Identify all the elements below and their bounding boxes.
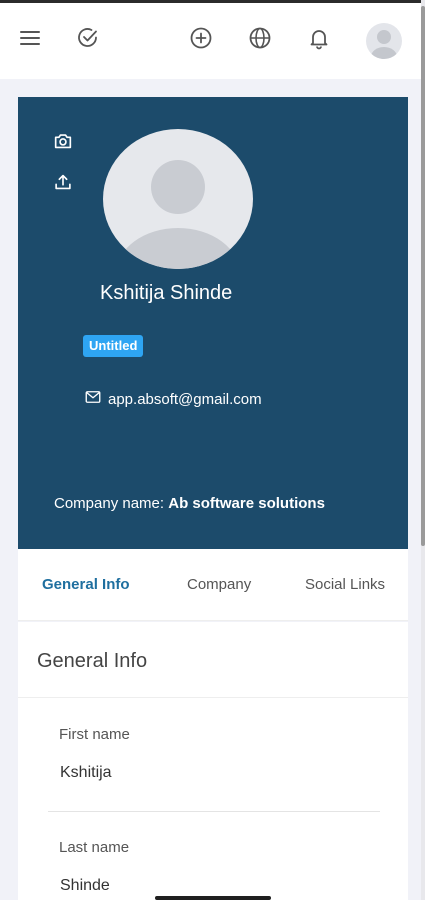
tab-company[interactable]: Company bbox=[187, 576, 251, 593]
camera-icon[interactable] bbox=[51, 129, 75, 153]
upload-icon[interactable] bbox=[51, 170, 75, 194]
mail-icon bbox=[84, 388, 102, 410]
profile-name: Kshitija Shinde bbox=[100, 282, 233, 304]
first-name-label: First name bbox=[59, 726, 130, 743]
top-app-bar bbox=[0, 3, 421, 79]
last-name-label: Last name bbox=[59, 839, 130, 856]
status-badge: Untitled bbox=[83, 335, 144, 357]
company-value: Ab software solutions bbox=[168, 495, 325, 512]
general-info-section: General Info First name Kshitija Last na… bbox=[18, 622, 408, 900]
section-title: General Info bbox=[37, 650, 148, 672]
tab-general-info[interactable]: General Info bbox=[42, 576, 130, 593]
email-row: app.absoft@gmail.com bbox=[84, 388, 262, 410]
company-label: Company name: bbox=[54, 495, 165, 512]
first-name-value[interactable]: Kshitija bbox=[60, 764, 112, 782]
menu-icon[interactable] bbox=[17, 25, 43, 51]
profile-avatar bbox=[103, 129, 253, 269]
add-circle-icon[interactable] bbox=[188, 25, 214, 51]
profile-card: Kshitija Shinde Untitled app.absoft@gmai… bbox=[18, 97, 408, 549]
last-name-value[interactable]: Shinde bbox=[60, 877, 110, 895]
user-avatar[interactable] bbox=[366, 23, 402, 59]
divider bbox=[18, 697, 408, 698]
company-row: Company name: Ab software solutions bbox=[54, 495, 325, 512]
profile-tabs: General Info Company Social Links bbox=[18, 549, 408, 621]
field-divider bbox=[48, 811, 380, 812]
bell-icon[interactable] bbox=[306, 25, 332, 51]
tab-social-links[interactable]: Social Links bbox=[305, 576, 385, 593]
scrollbar[interactable] bbox=[421, 0, 425, 900]
email-text: app.absoft@gmail.com bbox=[108, 390, 262, 408]
globe-icon[interactable] bbox=[247, 25, 273, 51]
check-circle-icon[interactable] bbox=[75, 25, 101, 51]
home-indicator bbox=[155, 896, 271, 900]
scrollbar-thumb[interactable] bbox=[421, 6, 425, 546]
